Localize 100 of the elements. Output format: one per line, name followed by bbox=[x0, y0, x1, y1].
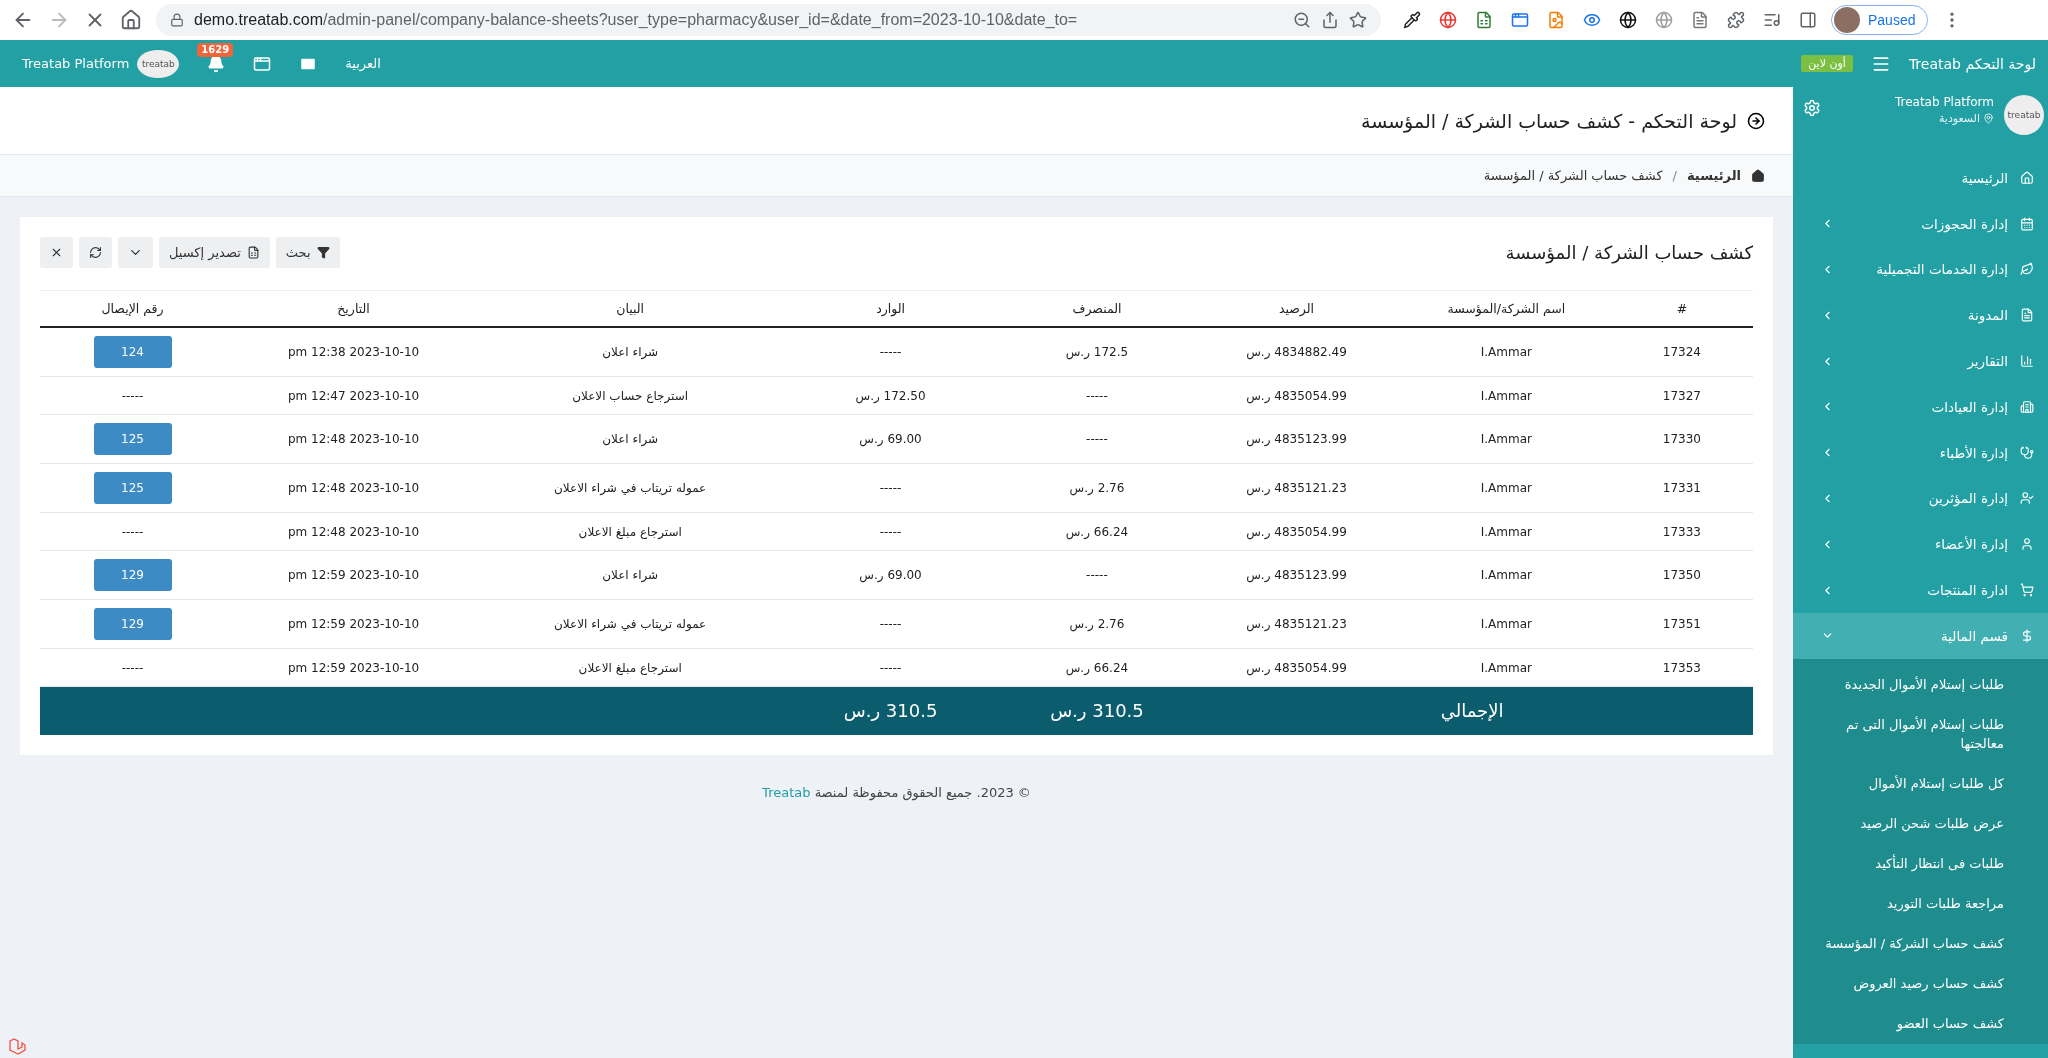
table-cell: 4835054.99 ر.س bbox=[1246, 660, 1347, 675]
submenu-item[interactable]: طلبات إستلام الأموال التى تم معالجتها bbox=[1793, 704, 2048, 764]
extensions-icon[interactable] bbox=[1727, 11, 1745, 29]
table-cell: 4834882.49 ر.س bbox=[1246, 345, 1347, 359]
submenu-item[interactable]: كشف حساب الشركة / المؤسسة bbox=[1793, 923, 2048, 964]
globe-icon[interactable] bbox=[1619, 11, 1637, 29]
table-cell: I.Ammar bbox=[1480, 524, 1532, 539]
sidebar-item[interactable]: إدارة المؤثرين bbox=[1793, 475, 2048, 522]
export-button[interactable]: تصدير إكسيل bbox=[159, 237, 270, 268]
table-cell: ----- bbox=[1086, 388, 1108, 403]
table-cell: 17351 bbox=[1662, 617, 1701, 631]
table-cell: 2023-10-10 12:48 pm bbox=[287, 481, 420, 495]
arrow-circle-icon[interactable] bbox=[1747, 111, 1765, 130]
table-cell: ----- bbox=[121, 388, 144, 403]
side-panel-icon[interactable] bbox=[1799, 11, 1817, 29]
treatab-link[interactable]: Treatab bbox=[762, 784, 811, 800]
table-cell: 2023-10-10 12:59 pm bbox=[287, 568, 420, 582]
language-link[interactable]: العربية bbox=[345, 56, 381, 71]
table-cell: استرجاع حساب الاعلان bbox=[572, 388, 689, 403]
table-cell: 69.00 ر.س bbox=[859, 432, 922, 446]
country-label: السعودية bbox=[1938, 112, 1980, 125]
submenu-item[interactable]: كشف حساب رصيد العروض bbox=[1793, 963, 2048, 1004]
receipt-button[interactable]: 129 bbox=[93, 608, 172, 640]
breadcrumb-link[interactable]: الرئيسية bbox=[1686, 168, 1741, 183]
spreadsheet-icon[interactable] bbox=[1475, 11, 1493, 29]
eye-icon[interactable] bbox=[1583, 11, 1601, 29]
cube-icon bbox=[8, 1038, 26, 1056]
column-header: # bbox=[1610, 290, 1753, 327]
sidebar-item[interactable]: إدارة الخدمات التجميلية bbox=[1793, 246, 2048, 293]
submenu-item[interactable]: طلبات إستلام الأموال الجديدة bbox=[1793, 664, 2048, 705]
pipette-icon[interactable] bbox=[1403, 11, 1421, 29]
dollar-icon bbox=[2020, 628, 2034, 643]
submenu-item[interactable]: عرض طلبات شحن الرصيد bbox=[1793, 803, 2048, 844]
receipt-button[interactable]: 129 bbox=[93, 559, 172, 591]
submenu-item[interactable]: طلبات فى انتظار التأكيد bbox=[1793, 843, 2048, 884]
table-cell: I.Ammar bbox=[1480, 660, 1532, 675]
column-header: المنصرف bbox=[1002, 290, 1192, 327]
online-badge: أون لاين bbox=[1801, 55, 1853, 72]
table-cell: I.Ammar bbox=[1480, 432, 1532, 446]
table-cell: 2.76 ر.س bbox=[1069, 617, 1125, 631]
column-header: رقم الإيصال bbox=[40, 290, 226, 327]
sidebar-item[interactable]: إدارة الحجوزات bbox=[1793, 200, 2048, 247]
table-cell: ----- bbox=[121, 660, 144, 675]
table-cell: 17350 bbox=[1662, 568, 1701, 582]
column-header: البيان bbox=[482, 290, 779, 327]
sidebar-item[interactable]: إدارة الأعضاء bbox=[1793, 521, 2048, 568]
spreadsheet-icon bbox=[246, 246, 260, 259]
table-cell: ----- bbox=[879, 481, 902, 495]
breadcrumb-current: كشف حساب الشركة / المؤسسة bbox=[1483, 168, 1663, 183]
receipt-button[interactable]: 125 bbox=[93, 472, 172, 504]
settings-icon[interactable] bbox=[1803, 99, 1821, 117]
column-header: الرصيد bbox=[1191, 290, 1402, 327]
submenu-item[interactable]: كشف حساب العضو bbox=[1793, 1003, 2048, 1044]
sidebar-item[interactable]: ادارة المنتجات bbox=[1793, 567, 2048, 613]
home-button[interactable] bbox=[120, 9, 142, 31]
document-icon bbox=[2020, 308, 2034, 323]
table-cell: I.Ammar bbox=[1480, 388, 1532, 403]
media-icon[interactable] bbox=[1763, 11, 1781, 29]
table-cell: شراء اعلان bbox=[602, 568, 659, 582]
window-icon[interactable] bbox=[253, 54, 272, 73]
table-cell: I.Ammar bbox=[1480, 345, 1532, 359]
bar-chart-icon bbox=[2020, 354, 2034, 369]
page-title: لوحة التحكم - كشف حساب الشركة / المؤسسة bbox=[1361, 109, 1737, 132]
platform-name: Treatab Platform bbox=[1894, 95, 1994, 109]
user-check-icon bbox=[2020, 491, 2034, 506]
window-icon[interactable] bbox=[1511, 11, 1529, 29]
brand-title: لوحة التحكم Treatab bbox=[1908, 55, 2036, 72]
building-icon bbox=[2020, 399, 2034, 414]
address-bar[interactable]: demo.treatab.com/admin-panel/company-balance-sheets?user_type=pharmacy&user_id=&date_from=2023-10-10&date_to= bbox=[156, 4, 1381, 36]
profile-button[interactable]: Paused bbox=[1831, 5, 1929, 35]
table-cell: عموله تريتاب في شراء الاعلان bbox=[554, 481, 707, 495]
table-cell: 172.5 ر.س bbox=[1065, 345, 1129, 359]
submenu-item[interactable]: كل طلبات إستلام الأموال bbox=[1793, 763, 2048, 804]
table-cell: ----- bbox=[879, 660, 902, 675]
table-cell: ----- bbox=[879, 345, 902, 359]
sidebar-item[interactable]: التقارير bbox=[1793, 338, 2048, 384]
receipt-button[interactable]: 124 bbox=[93, 336, 172, 368]
table-cell: شراء اعلان bbox=[602, 432, 659, 446]
table-cell: 17330 bbox=[1662, 432, 1701, 446]
bell-icon[interactable] bbox=[207, 54, 226, 73]
receipt-button[interactable]: 125 bbox=[93, 423, 172, 455]
document-icon[interactable] bbox=[1691, 11, 1709, 29]
sidebar-item[interactable]: قسم المالية bbox=[1793, 612, 2048, 659]
submenu-item[interactable]: مراجعة طلبات التوريد bbox=[1793, 883, 2048, 924]
sidebar-item[interactable]: المدونة bbox=[1793, 292, 2048, 339]
total-expense: 310.5 ر.س bbox=[1050, 700, 1144, 722]
total-income: 310.5 ر.س bbox=[843, 700, 938, 722]
table-cell: 2023-10-10 12:48 pm bbox=[287, 524, 420, 539]
column-header: الوارد bbox=[778, 290, 1003, 327]
table-cell: 4835123.99 ر.س bbox=[1246, 432, 1347, 446]
table-cell: 17333 bbox=[1662, 524, 1701, 539]
table-cell: استرجاع مبلغ الاعلان bbox=[578, 660, 682, 675]
table-cell: I.Ammar bbox=[1480, 568, 1532, 582]
sidebar-item[interactable]: الرئيسية bbox=[1793, 155, 2048, 201]
sidebar-item[interactable]: إدارة الأطباء bbox=[1793, 429, 2048, 476]
image-icon[interactable] bbox=[1547, 11, 1565, 29]
close-icon bbox=[50, 246, 63, 259]
sidebar-item[interactable]: إدارة العيادات bbox=[1793, 384, 2048, 430]
search-button[interactable]: بحث bbox=[275, 237, 340, 268]
refresh-button[interactable] bbox=[79, 237, 112, 268]
